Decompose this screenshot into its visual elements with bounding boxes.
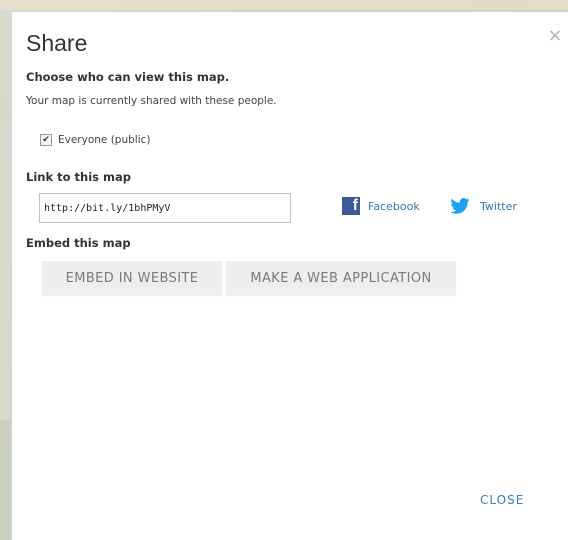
everyone-option[interactable]: ✔ Everyone (public) — [40, 133, 151, 147]
embed-heading: Embed this map — [26, 236, 131, 250]
close-icon[interactable]: × — [546, 27, 564, 45]
shared-status-text: Your map is currently shared with these … — [26, 95, 277, 107]
map-road — [0, 120, 10, 420]
twitter-label: Twitter — [480, 199, 517, 213]
link-heading: Link to this map — [26, 170, 131, 184]
dialog-title: Share — [26, 30, 88, 56]
facebook-link[interactable]: f Facebook — [342, 197, 420, 215]
facebook-icon: f — [342, 197, 360, 215]
twitter-link[interactable]: Twitter — [450, 197, 517, 215]
map-road — [0, 0, 568, 10]
who-can-view-heading: Choose who can view this map. — [26, 70, 230, 84]
share-dialog: Share × Choose who can view this map. Yo… — [12, 12, 568, 540]
close-button[interactable]: CLOSE — [480, 491, 524, 509]
everyone-label: Everyone (public) — [58, 134, 151, 146]
twitter-bird-icon — [450, 197, 472, 215]
everyone-checkbox[interactable]: ✔ — [40, 134, 52, 146]
facebook-label: Facebook — [368, 199, 420, 213]
embed-in-website-button[interactable]: EMBED IN WEBSITE — [42, 261, 222, 295]
make-web-application-button[interactable]: MAKE A WEB APPLICATION — [226, 261, 456, 295]
map-link-input[interactable] — [39, 193, 291, 223]
